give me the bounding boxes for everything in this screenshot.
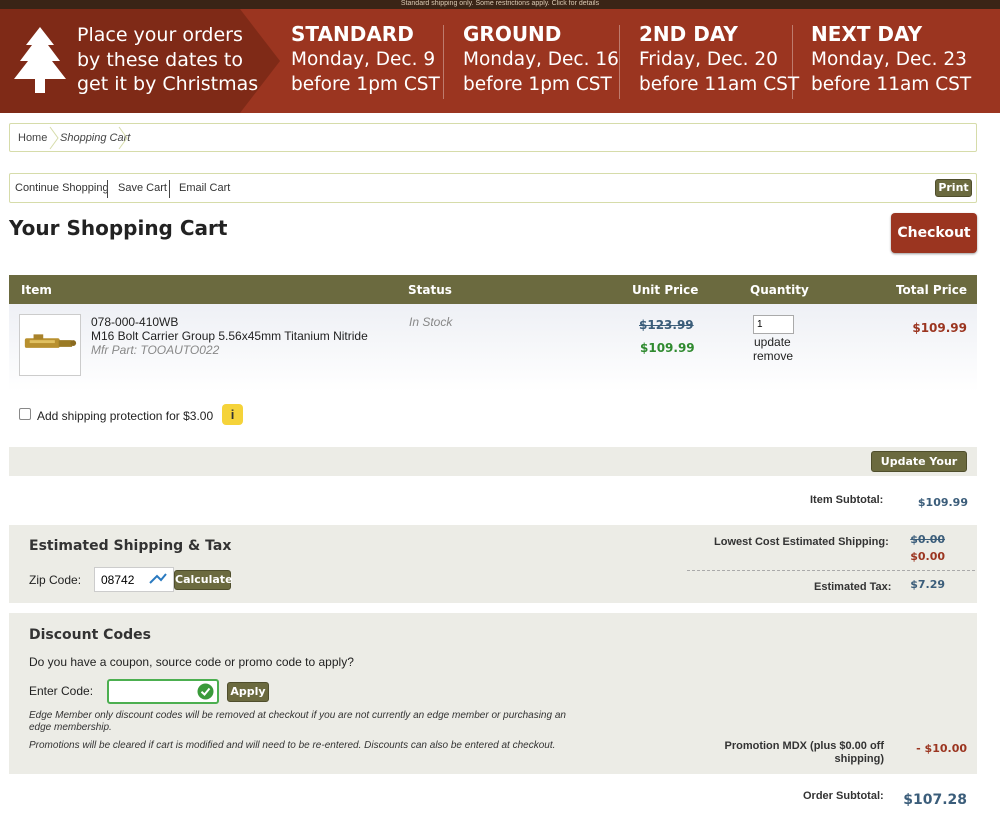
update-cart-button[interactable]: Update Your Cart [871, 451, 967, 487]
update-link[interactable]: update [754, 335, 791, 349]
header-quantity: Quantity [750, 283, 809, 297]
item-sale-price: $109.99 [640, 341, 695, 355]
action-divider [107, 180, 108, 198]
breadcrumb: Home Shopping Cart [9, 123, 977, 152]
shipping-option-next-day: NEXT DAY Monday, Dec. 23 before 11am CST [811, 22, 971, 97]
breadcrumb-separator-icon [118, 126, 128, 150]
shipping-value: $0.00 [910, 550, 945, 563]
promotion-value: - $10.00 [916, 742, 967, 755]
shipping-tax-panel: Estimated Shipping & Tax Zip Code: Calcu… [9, 525, 977, 603]
calculate-button[interactable]: Calculate [174, 570, 233, 590]
item-subtotal-label: Item Subtotal: [810, 494, 884, 506]
banner-divider [792, 25, 793, 99]
order-subtotal-value: $107.28 [903, 792, 967, 808]
checkout-button[interactable]: Checkout [891, 213, 977, 253]
item-sku: 078-000-410WB [91, 315, 179, 329]
table-row: 078-000-410WB M16 Bolt Carrier Group 5.5… [9, 304, 977, 392]
holiday-shipping-banner[interactable]: Place your orders by these dates to get … [0, 9, 1000, 113]
zip-code-label: Zip Code: [29, 573, 82, 587]
shipping-option-date: Monday, Dec. 9 [291, 49, 436, 70]
print-button[interactable]: Print [935, 179, 972, 197]
location-pin-icon [149, 573, 167, 584]
breadcrumb-separator-icon [49, 126, 59, 150]
item-mfr-part: Mfr Part: TOOAUTO022 [91, 343, 220, 357]
header-total-price: Total Price [895, 283, 967, 297]
shipping-original-value: $0.00 [910, 533, 945, 546]
shipping-option-name: 2ND DAY [639, 22, 738, 46]
shipping-option-name: NEXT DAY [811, 22, 923, 46]
shipping-option-2nd-day: 2ND DAY Friday, Dec. 20 before 11am CST [639, 22, 799, 97]
discount-question: Do you have a coupon, source code or pro… [29, 655, 354, 669]
save-cart-link[interactable]: Save Cart [118, 182, 167, 194]
remove-link[interactable]: remove [753, 349, 793, 363]
item-original-price: $123.99 [639, 318, 694, 332]
breadcrumb-home[interactable]: Home [18, 132, 47, 144]
promotion-label: Promotion MDX (plus $0.00 off shipping) [724, 740, 884, 765]
shipping-option-name: GROUND [463, 22, 562, 46]
continue-shopping-link[interactable]: Continue Shopping [15, 182, 109, 194]
bolt-carrier-image [24, 334, 77, 348]
banner-intro-panel: Place your orders by these dates to get … [0, 9, 280, 113]
header-item: Item [21, 283, 52, 297]
cart-table-header: Item Status Unit Price Quantity Total Pr… [9, 275, 977, 304]
shipping-option-cutoff: before 1pm CST [463, 74, 612, 95]
shipping-notice[interactable]: Standard shipping only. Some restriction… [0, 0, 1000, 9]
shipping-option-cutoff: before 11am CST [639, 74, 800, 95]
check-circle-icon [197, 683, 214, 700]
promotions-note: Promotions will be cleared if cart is mo… [29, 740, 556, 751]
shipping-protection-label[interactable]: Add shipping protection for $3.00 [37, 409, 213, 423]
item-total-price: $109.99 [912, 321, 967, 335]
order-subtotal-label: Order Subtotal: [803, 790, 884, 802]
edge-member-note: Edge Member only discount codes will be … [29, 710, 566, 733]
info-icon[interactable]: i [222, 404, 243, 425]
shipping-option-standard: STANDARD Monday, Dec. 9 before 1pm CST [291, 22, 440, 97]
christmas-tree-icon [14, 27, 66, 93]
header-unit-price: Unit Price [632, 283, 699, 297]
update-cart-bar: Update Your Cart [9, 447, 977, 487]
estimated-tax-label: Estimated Tax: [814, 581, 892, 593]
banner-divider [619, 25, 620, 99]
quantity-input[interactable] [753, 315, 794, 334]
discount-codes-title: Discount Codes [29, 627, 151, 643]
action-divider [169, 180, 170, 198]
shipping-option-date: Monday, Dec. 23 [811, 49, 967, 70]
discount-codes-panel: Discount Codes Do you have a coupon, sou… [9, 613, 977, 774]
summary-divider [687, 570, 975, 571]
cart-action-bar: Continue Shopping Save Cart Email Cart P… [9, 173, 977, 203]
banner-intro-text: Place your orders by these dates to get … [77, 24, 259, 95]
item-name[interactable]: M16 Bolt Carrier Group 5.56x45mm Titaniu… [91, 329, 368, 343]
enter-code-label: Enter Code: [29, 684, 94, 698]
shipping-option-cutoff: before 1pm CST [291, 74, 440, 95]
shipping-option-ground: GROUND Monday, Dec. 16 before 1pm CST [463, 22, 619, 97]
shipping-protection-checkbox[interactable] [19, 408, 31, 420]
item-subtotal-value: $109.99 [917, 496, 968, 509]
banner-divider [443, 25, 444, 99]
shipping-option-date: Monday, Dec. 16 [463, 49, 619, 70]
shipping-tax-title: Estimated Shipping & Tax [29, 538, 232, 554]
estimated-tax-value: $7.29 [910, 578, 945, 591]
page-title: Your Shopping Cart [9, 216, 228, 240]
product-thumbnail[interactable] [19, 314, 81, 376]
lowest-shipping-label: Lowest Cost Estimated Shipping: [714, 536, 889, 548]
item-status: In Stock [409, 315, 453, 329]
shipping-option-cutoff: before 11am CST [811, 74, 972, 95]
shipping-option-date: Friday, Dec. 20 [639, 49, 778, 70]
header-status: Status [408, 283, 452, 297]
apply-code-button[interactable]: Apply [227, 682, 269, 702]
shipping-option-name: STANDARD [291, 22, 414, 46]
email-cart-link[interactable]: Email Cart [179, 182, 230, 194]
